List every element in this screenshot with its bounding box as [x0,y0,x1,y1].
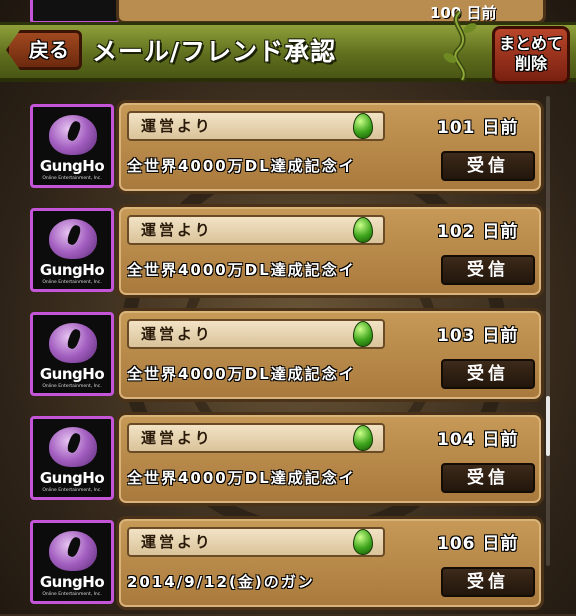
sender-name: 運営より [127,111,385,141]
mail-row[interactable]: GungHo Online Entertainment, Inc. 運営より 1… [0,412,560,512]
back-button-label: 戻る [29,38,69,62]
mail-card[interactable]: 運営より 103 日前 全世界4000万DL達成記念イ 受信 [116,308,544,402]
receive-button[interactable]: 受信 [441,151,535,181]
receive-button[interactable]: 受信 [441,255,535,285]
mail-row[interactable]: GungHo Online Entertainment, Inc. 運営より 1… [0,204,560,304]
days-ago-label: 102 日前 [437,222,519,242]
avatar-logo-sub: Online Entertainment, Inc. [42,488,102,493]
days-ago-label: 106 日前 [437,534,519,554]
avatar-logo-text: GungHo [39,469,105,487]
green-egg-icon [353,425,373,451]
mail-card[interactable]: 運営より 106 日前 2014/9/12(金)のガン 受信 [116,516,544,610]
sender-avatar: GungHo Online Entertainment, Inc. [30,104,114,188]
sender-name: 運営より [127,319,385,349]
gungho-logo-icon [49,115,97,155]
sender-avatar: GungHo Online Entertainment, Inc. [30,416,114,500]
mail-row-partial[interactable]: 100 日前 [0,0,576,22]
green-egg-icon [353,529,373,555]
days-ago-label: 104 日前 [437,430,519,450]
mail-subject: 全世界4000万DL達成記念イ [127,365,356,383]
gungho-logo-icon [49,531,97,571]
sender-avatar: GungHo Online Entertainment, Inc. [30,208,114,292]
green-egg-icon [353,321,373,347]
scroll-thumb[interactable] [546,396,550,456]
vine-decoration-icon [443,10,477,82]
bulk-delete-button[interactable]: まとめて 削除 [492,26,570,84]
days-ago-label: 101 日前 [437,118,519,138]
bulk-delete-line1: まとめて [498,34,563,53]
page-title: メール/フレンド承認 [92,37,337,66]
scrollbar[interactable] [546,96,550,566]
receive-button[interactable]: 受信 [441,567,535,597]
mail-subject: 全世界4000万DL達成記念イ [127,469,356,487]
gungho-logo-icon [49,323,97,363]
mail-card[interactable]: 運営より 104 日前 全世界4000万DL達成記念イ 受信 [116,412,544,506]
gungho-logo-icon [49,219,97,259]
mail-subject: 全世界4000万DL達成記念イ [127,261,356,279]
avatar-logo-sub: Online Entertainment, Inc. [42,176,102,181]
gungho-logo-icon [49,427,97,467]
receive-button[interactable]: 受信 [441,359,535,389]
avatar-logo-text: GungHo [39,157,105,175]
green-egg-icon [353,113,373,139]
mail-subject: 全世界4000万DL達成記念イ [127,157,356,175]
sender-name: 運営より [127,527,385,557]
mail-card[interactable]: 運営より 101 日前 全世界4000万DL達成記念イ 受信 [116,100,544,194]
mail-row[interactable]: GungHo Online Entertainment, Inc. 運営より 1… [0,100,560,200]
sender-avatar: GungHo Online Entertainment, Inc. [30,312,114,396]
avatar-logo-sub: Online Entertainment, Inc. [42,280,102,285]
sender-avatar: GungHo Online Entertainment, Inc. [30,520,114,604]
sender-name: 運営より [127,215,385,245]
avatar-logo-text: GungHo [39,261,105,279]
mail-row[interactable]: GungHo Online Entertainment, Inc. 運営より 1… [0,308,560,408]
mail-row[interactable]: GungHo Online Entertainment, Inc. 運営より 1… [0,516,560,616]
sender-avatar [30,0,120,22]
avatar-logo-sub: Online Entertainment, Inc. [42,384,102,389]
mail-card[interactable]: 運営より 102 日前 全世界4000万DL達成記念イ 受信 [116,204,544,298]
avatar-logo-text: GungHo [39,573,105,591]
bulk-delete-line2: 削除 [514,54,547,73]
avatar-logo-sub: Online Entertainment, Inc. [42,592,102,597]
avatar-logo-text: GungHo [39,365,105,383]
days-ago-label: 103 日前 [437,326,519,346]
back-button[interactable]: 戻る [6,30,82,70]
mail-subject: 2014/9/12(金)のガン [127,573,315,591]
green-egg-icon [353,217,373,243]
sender-name: 運営より [127,423,385,453]
receive-button[interactable]: 受信 [441,463,535,493]
